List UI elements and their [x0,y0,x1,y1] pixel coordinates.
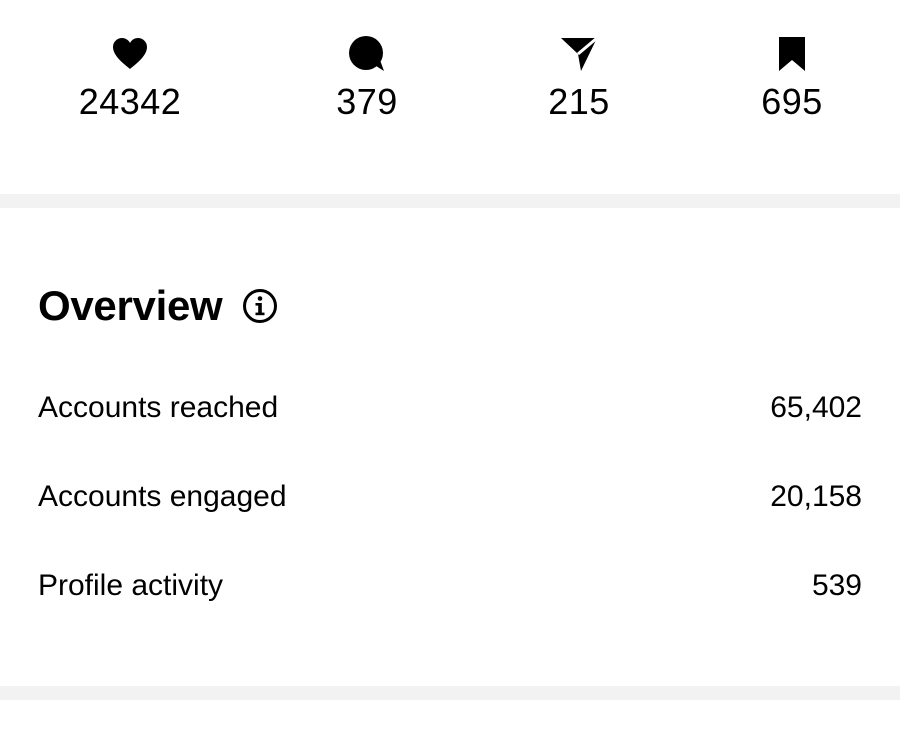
section-divider [0,686,900,700]
saves-stat: 695 [692,34,892,122]
paper-plane-icon [559,34,599,74]
likes-stat: 24342 [30,34,230,122]
metric-value: 20,158 [770,480,862,513]
metric-row-accounts-reached[interactable]: Accounts reached 65,402 [38,386,862,430]
engagement-stats-row: 24342 379 215 695 [0,0,900,194]
metric-row-accounts-engaged[interactable]: Accounts engaged 20,158 [38,475,862,519]
info-icon[interactable] [242,288,278,324]
shares-stat: 215 [479,34,679,122]
overview-title: Overview [38,282,223,329]
comments-stat: 379 [267,34,467,122]
saves-count: 695 [761,81,823,122]
section-divider [0,194,900,208]
comment-bubble-icon [347,34,387,74]
likes-count: 24342 [78,81,182,122]
metric-label: Profile activity [38,569,224,602]
heart-icon [110,34,150,74]
metric-value: 539 [811,569,862,602]
bookmark-icon [772,34,812,74]
shares-count: 215 [548,81,610,122]
metric-label: Accounts engaged [38,480,287,513]
comments-count: 379 [336,81,398,122]
post-insights-page: 24342 379 215 695 Overview Accounts reac… [0,0,900,737]
overview-header: Overview [38,282,278,330]
metric-label: Accounts reached [38,391,279,424]
metric-row-profile-activity[interactable]: Profile activity 539 [38,564,862,608]
metric-value: 65,402 [770,391,862,424]
